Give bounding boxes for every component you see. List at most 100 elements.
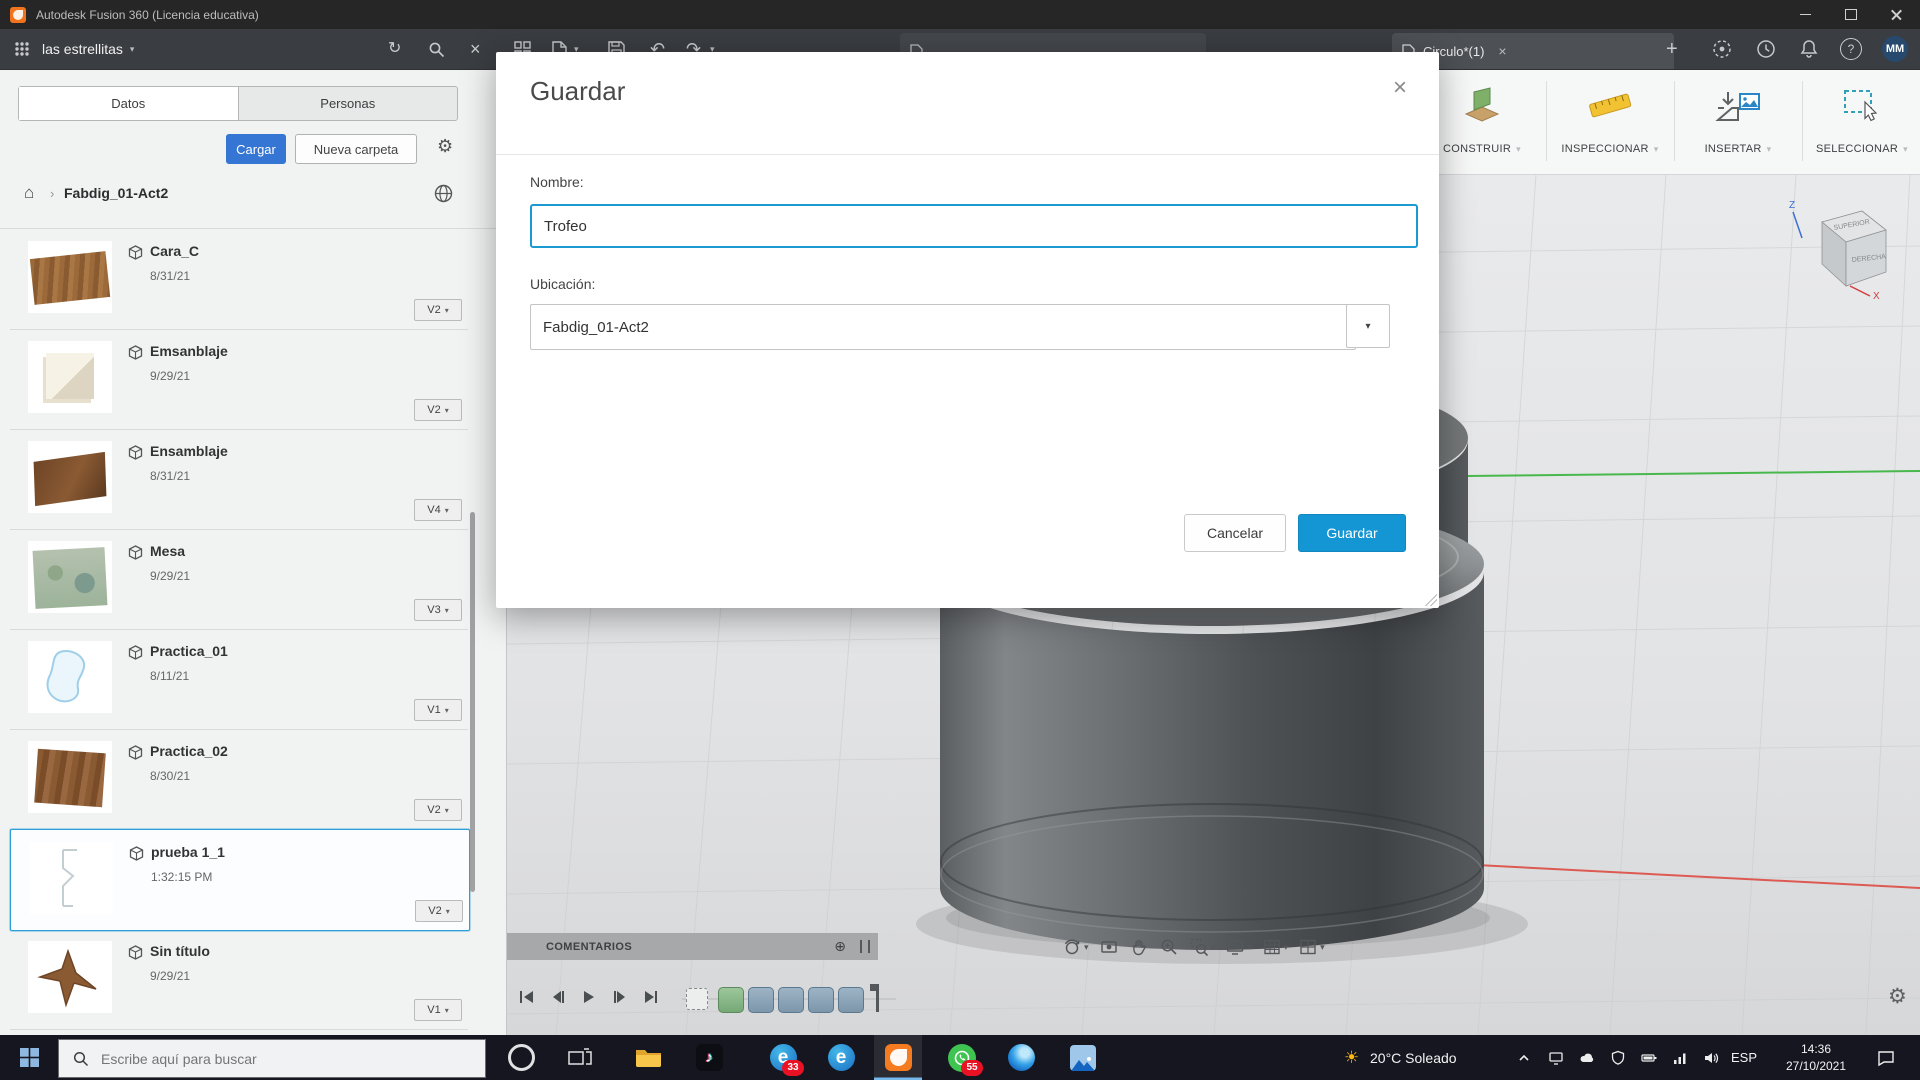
version-badge[interactable]: V3▾ — [414, 599, 462, 621]
tray-network-icon[interactable] — [1672, 1035, 1688, 1080]
list-item-ensamblaje[interactable]: Ensamblaje 8/31/21 V4▾ — [10, 429, 468, 530]
close-panel-icon[interactable]: × — [470, 29, 481, 69]
list-item-practica-01[interactable]: Practica_01 8/11/21 V1▾ — [10, 629, 468, 730]
save-button[interactable]: Guardar — [1298, 514, 1406, 552]
timeline-step-forward-button[interactable] — [607, 986, 633, 1008]
version-badge[interactable]: V1▾ — [414, 699, 462, 721]
tray-cloud-icon[interactable] — [1579, 1035, 1595, 1080]
timeline-play-button[interactable] — [576, 986, 602, 1008]
app-icon-photos[interactable] — [1059, 1035, 1107, 1080]
extensions-icon[interactable] — [1712, 29, 1732, 69]
timeline-feature[interactable] — [748, 987, 774, 1013]
location-dropdown-button[interactable]: ▾ — [1346, 304, 1390, 348]
panel-scrollbar[interactable] — [470, 512, 475, 892]
start-button[interactable] — [0, 1035, 58, 1080]
search-input[interactable] — [99, 1050, 443, 1068]
avatar[interactable]: MM — [1882, 29, 1908, 69]
pan-hand-icon[interactable] — [1129, 937, 1149, 957]
ribbon-group-insertar[interactable]: INSERTAR▾ — [1676, 143, 1800, 155]
list-item-practica-02[interactable]: Practica_02 8/30/21 V2▾ — [10, 729, 468, 830]
timeline-playhead[interactable] — [876, 984, 879, 1012]
list-item-emsanblaje[interactable]: Emsanblaje 9/29/21 V2▾ — [10, 329, 468, 430]
fit-view-icon[interactable]: ▾ — [1189, 937, 1216, 957]
app-icon-edge[interactable]: e — [817, 1035, 865, 1080]
select-icon[interactable] — [1804, 83, 1920, 127]
timeline-feature-sketch[interactable] — [718, 987, 744, 1013]
dialog-resize-handle[interactable] — [1425, 594, 1437, 606]
look-at-icon[interactable] — [1099, 937, 1119, 957]
insert-icon[interactable] — [1676, 83, 1800, 127]
app-icon-edge-badged[interactable]: e 33 — [759, 1035, 807, 1080]
version-badge[interactable]: V2▾ — [415, 900, 463, 922]
version-badge[interactable]: V4▾ — [414, 499, 462, 521]
list-item-cara-c[interactable]: Cara_C 8/31/21 V2▾ — [10, 229, 468, 330]
viewcube[interactable]: Z X SUPERIOR DERECHA — [1788, 194, 1892, 300]
weather-icon[interactable]: ☀ — [1344, 1035, 1359, 1080]
tray-monitor-icon[interactable] — [1548, 1035, 1564, 1080]
ribbon-group-seleccionar[interactable]: SELECCIONAR▾ — [1804, 143, 1920, 155]
tab-datos[interactable]: Datos — [19, 87, 239, 120]
inspect-icon[interactable] — [1548, 83, 1672, 127]
version-badge[interactable]: V2▾ — [414, 799, 462, 821]
version-badge[interactable]: V2▾ — [414, 399, 462, 421]
minimize-button[interactable] — [1782, 0, 1828, 29]
search-icon[interactable] — [428, 29, 445, 69]
weather-widget[interactable]: 20°C Soleado — [1370, 1035, 1457, 1080]
orbit-icon[interactable]: ▾ — [1062, 937, 1089, 957]
job-status-icon[interactable] — [1756, 29, 1776, 69]
project-selector[interactable]: las estrellitas ▾ — [42, 29, 134, 69]
version-badge[interactable]: V1▾ — [414, 999, 462, 1021]
tray-chevron-up-icon[interactable] — [1516, 1035, 1532, 1080]
close-window-button[interactable] — [1874, 0, 1920, 29]
refresh-icon[interactable]: ↻ — [388, 29, 401, 69]
timeline-skip-end-button[interactable] — [638, 986, 664, 1008]
grid-settings-icon[interactable]: ▾ — [1262, 937, 1289, 957]
language-indicator[interactable]: ESP — [1731, 1035, 1757, 1080]
timeline-settings-gear-icon[interactable]: ⚙ — [1888, 986, 1907, 1007]
timeline-skip-start-button[interactable] — [514, 986, 540, 1008]
add-comment-icon[interactable]: ⊕ — [834, 938, 846, 955]
comments-bar[interactable]: COMENTARIOS ⊕ — [506, 933, 878, 960]
upload-button[interactable]: Cargar — [226, 134, 286, 164]
timeline-sketch-marker[interactable] — [686, 988, 708, 1010]
task-view-icon[interactable] — [556, 1035, 604, 1080]
version-badge[interactable]: V2▾ — [414, 299, 462, 321]
location-input[interactable] — [530, 304, 1356, 350]
list-item-mesa[interactable]: Mesa 9/29/21 V3▾ — [10, 529, 468, 630]
cancel-button[interactable]: Cancelar — [1184, 514, 1286, 552]
zoom-icon[interactable] — [1159, 937, 1179, 957]
list-item-sin-titulo[interactable]: Sin título 9/29/21 V1▾ — [10, 929, 468, 1030]
dialog-close-icon[interactable]: × — [1393, 76, 1407, 100]
help-icon[interactable]: ? — [1840, 29, 1862, 69]
clock[interactable]: 14:36 27/10/2021 — [1774, 1035, 1858, 1080]
tray-battery-icon[interactable] — [1641, 1035, 1658, 1080]
ribbon-group-inspeccionar[interactable]: INSPECCIONAR▾ — [1548, 143, 1672, 155]
home-icon[interactable]: ⌂ — [24, 183, 34, 203]
timeline-feature[interactable] — [838, 987, 864, 1013]
timeline-feature[interactable] — [778, 987, 804, 1013]
notifications-bell-icon[interactable] — [1800, 29, 1818, 69]
tray-volume-icon[interactable] — [1703, 1035, 1719, 1080]
panel-settings-gear-icon[interactable]: ⚙ — [437, 137, 453, 155]
timeline-feature[interactable] — [808, 987, 834, 1013]
timeline-step-back-button[interactable] — [545, 986, 571, 1008]
action-center-icon[interactable]: 10 — [1876, 1035, 1920, 1080]
maximize-button[interactable] — [1828, 0, 1874, 29]
list-item-prueba-selected[interactable]: prueba 1_1 1:32:15 PM V2▾ — [10, 829, 470, 931]
display-settings-icon[interactable]: ▾ — [1225, 937, 1252, 957]
breadcrumb-folder[interactable]: Fabdig_01-Act2 — [64, 185, 168, 201]
taskbar-search[interactable] — [58, 1039, 486, 1078]
app-icon-tiktok[interactable]: ♪ — [685, 1035, 733, 1080]
globe-icon[interactable] — [434, 184, 453, 208]
app-icon-fusion-360[interactable] — [874, 1035, 922, 1080]
tab-personas[interactable]: Personas — [239, 87, 458, 120]
tray-shield-icon[interactable] — [1610, 1035, 1626, 1080]
app-icon-browser[interactable] — [997, 1035, 1045, 1080]
app-icon-opera[interactable] — [497, 1035, 545, 1080]
name-input[interactable] — [530, 204, 1418, 248]
new-tab-button[interactable]: + — [1666, 29, 1678, 69]
viewports-icon[interactable]: ▾ — [1298, 937, 1325, 957]
new-folder-button[interactable]: Nueva carpeta — [295, 134, 417, 164]
app-icon-whatsapp[interactable]: 55 — [938, 1035, 986, 1080]
app-icon-file-explorer[interactable] — [624, 1035, 672, 1080]
